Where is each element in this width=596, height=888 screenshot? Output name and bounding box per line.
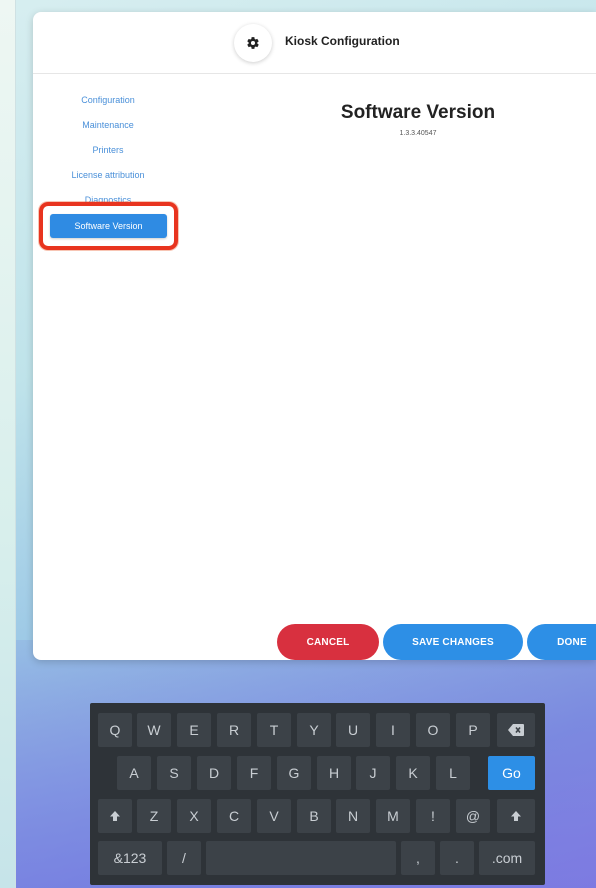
save-changes-button[interactable]: SAVE CHANGES: [383, 624, 523, 660]
key-j[interactable]: J: [356, 756, 390, 790]
key-l[interactable]: L: [436, 756, 470, 790]
settings-button[interactable]: [234, 24, 272, 62]
key-e[interactable]: E: [177, 713, 211, 747]
key-exclamation[interactable]: !: [416, 799, 450, 833]
on-screen-keyboard: Q W E R T Y U I O P A S D F G H J K L Go…: [90, 703, 545, 885]
cancel-button[interactable]: CANCEL: [277, 624, 379, 660]
shift-key-right[interactable]: [497, 799, 535, 833]
key-i[interactable]: I: [376, 713, 410, 747]
panel-header: Kiosk Configuration: [33, 12, 596, 74]
key-u[interactable]: U: [336, 713, 370, 747]
key-n[interactable]: N: [336, 799, 370, 833]
key-m[interactable]: M: [376, 799, 410, 833]
dotcom-key[interactable]: .com: [479, 841, 535, 875]
key-z[interactable]: Z: [137, 799, 171, 833]
header-title: Kiosk Configuration: [285, 34, 400, 48]
key-h[interactable]: H: [317, 756, 351, 790]
key-d[interactable]: D: [197, 756, 231, 790]
sidebar-item-license-attribution[interactable]: License attribution: [43, 170, 173, 180]
shift-up-icon: [110, 811, 120, 821]
key-s[interactable]: S: [157, 756, 191, 790]
key-g[interactable]: G: [277, 756, 311, 790]
key-period[interactable]: .: [440, 841, 474, 875]
key-t[interactable]: T: [257, 713, 291, 747]
key-at[interactable]: @: [456, 799, 490, 833]
key-y[interactable]: Y: [297, 713, 331, 747]
highlight-annotation: [39, 202, 178, 250]
key-v[interactable]: V: [257, 799, 291, 833]
key-a[interactable]: A: [117, 756, 151, 790]
key-comma[interactable]: ,: [401, 841, 435, 875]
go-key[interactable]: Go: [488, 756, 535, 790]
sidebar-item-configuration[interactable]: Configuration: [43, 95, 173, 105]
key-c[interactable]: C: [217, 799, 251, 833]
key-slash[interactable]: /: [167, 841, 201, 875]
key-r[interactable]: R: [217, 713, 251, 747]
gear-icon: [247, 37, 259, 49]
kiosk-config-panel: Kiosk Configuration Configuration Mainte…: [33, 12, 596, 660]
key-q[interactable]: Q: [98, 713, 132, 747]
backspace-icon: [508, 724, 524, 736]
key-o[interactable]: O: [416, 713, 450, 747]
key-p[interactable]: P: [456, 713, 490, 747]
shift-up-icon: [511, 811, 521, 821]
key-k[interactable]: K: [396, 756, 430, 790]
backspace-key[interactable]: [497, 713, 535, 747]
key-b[interactable]: B: [297, 799, 331, 833]
background-strip: [0, 0, 16, 888]
key-x[interactable]: X: [177, 799, 211, 833]
done-button[interactable]: DONE: [527, 624, 596, 660]
space-key[interactable]: [206, 841, 396, 875]
sidebar-item-printers[interactable]: Printers: [43, 145, 173, 155]
shift-key-left[interactable]: [98, 799, 132, 833]
sidebar-item-maintenance[interactable]: Maintenance: [43, 120, 173, 130]
key-f[interactable]: F: [237, 756, 271, 790]
key-w[interactable]: W: [137, 713, 171, 747]
version-number: 1.3.3.40547: [399, 130, 437, 137]
page-title: Software Version: [340, 102, 496, 123]
numbers-key[interactable]: &123: [98, 841, 162, 875]
